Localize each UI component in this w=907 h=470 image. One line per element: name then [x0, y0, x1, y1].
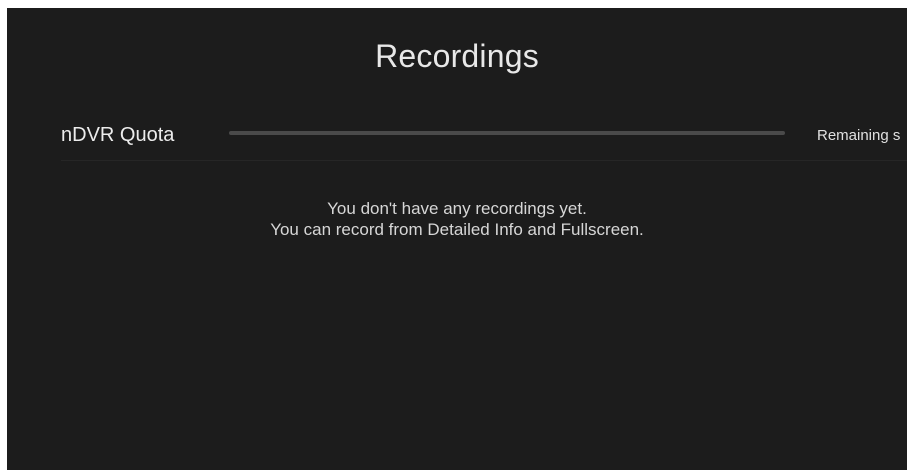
quota-label: nDVR Quota [61, 124, 175, 146]
ndvr-quota-row: nDVR Quota Remaining s [61, 118, 907, 158]
quota-progress-bar [229, 131, 785, 135]
empty-state-line-2: You can record from Detailed Info and Fu… [270, 220, 644, 239]
quota-remaining-text: Remaining s [817, 127, 901, 144]
recordings-screen: Recordings nDVR Quota Remaining s You do… [7, 8, 907, 470]
divider [61, 160, 907, 161]
empty-state-message: You don't have any recordings yet. You c… [7, 198, 907, 240]
page-title: Recordings [375, 38, 539, 74]
empty-state-line-1: You don't have any recordings yet. [327, 199, 587, 218]
